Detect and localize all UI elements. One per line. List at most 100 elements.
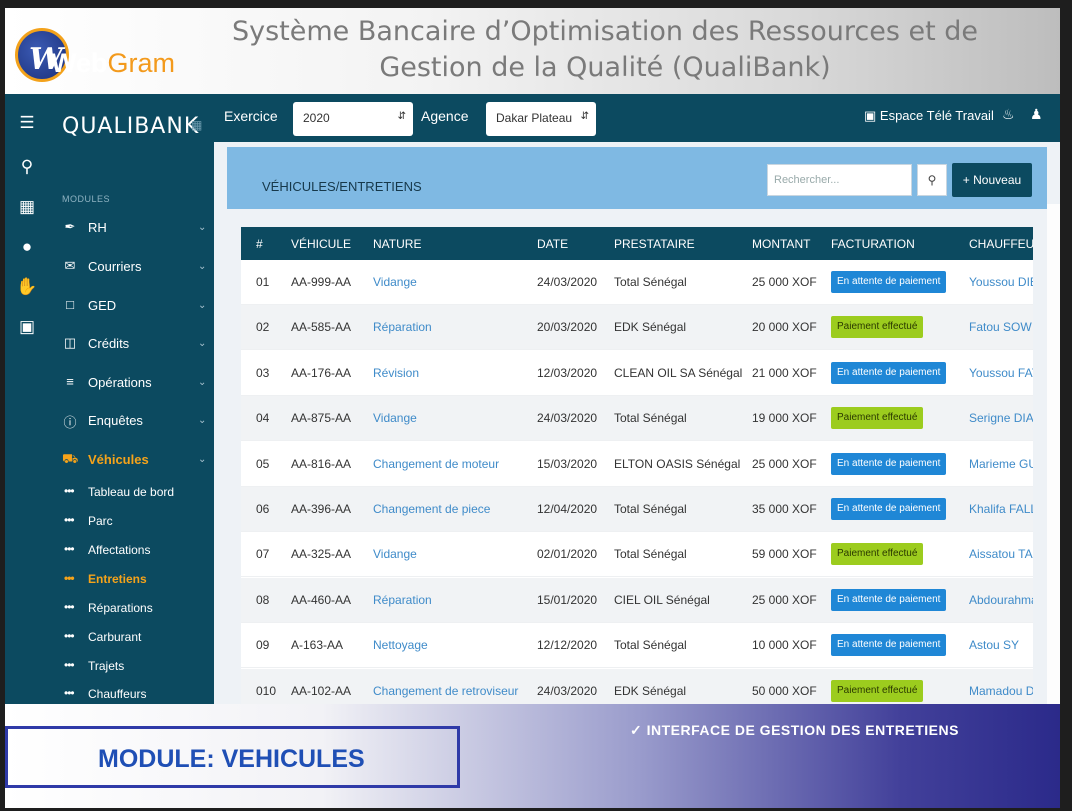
cell-driver[interactable]: Youssou DIE — [969, 275, 1033, 289]
col-vehicle[interactable]: VÉHICULE — [291, 237, 351, 251]
cell-nature[interactable]: Changement de retroviseur — [373, 684, 528, 698]
cell-driver[interactable]: Fatou SOW — [969, 320, 1033, 334]
billing-status-badge: En attente de paiement — [831, 634, 947, 657]
cell-driver[interactable]: Serigne DIAC — [969, 411, 1033, 425]
thumbs-up-icon[interactable]: ✋ — [16, 276, 38, 298]
footer-banner: MODULE: VEHICULES ✓ INTERFACE DE GESTION… — [5, 704, 1060, 808]
exercice-select[interactable]: 2020 ⇵ — [293, 102, 413, 136]
wrench-icon: ✒ — [64, 219, 76, 234]
col-amount[interactable]: MONTANT — [752, 237, 810, 251]
billing-status-badge: En attente de paiement — [831, 452, 947, 475]
cell-driver[interactable]: Marieme GU — [969, 457, 1033, 471]
cell-nature[interactable]: Réparation — [373, 593, 528, 607]
dots-icon: ••• — [64, 629, 75, 643]
cell-provider: Total Sénégal — [614, 275, 687, 289]
sidebar-item-vehicules[interactable]: ⛟ Véhicules ⌄ — [48, 448, 214, 472]
cell-num: 08 — [256, 592, 270, 607]
new-button[interactable]: + Nouveau — [952, 163, 1032, 197]
title-line-2: Gestion de la Qualité (QualiBank) — [379, 52, 831, 83]
subitem-affectations[interactable]: ••• Affectations — [48, 540, 214, 560]
subitem-chauffeurs[interactable]: ••• Chauffeurs — [48, 684, 214, 704]
menu-icon[interactable]: ☰ — [16, 112, 38, 134]
table-row[interactable]: 07 AA-325-AA Vidange 02/01/2020 Total Sénéga… — [241, 532, 1033, 578]
telework-link[interactable]: ▣ Espace Télé Travail — [864, 108, 994, 124]
sidebar-item-rh[interactable]: ✒ RH ⌄ — [48, 216, 214, 240]
cell-date: 24/03/2020 — [537, 275, 598, 289]
cell-driver[interactable]: Khalifa FALL — [969, 502, 1033, 516]
cell-driver[interactable]: Aissatou TAL — [969, 547, 1033, 561]
table-row[interactable]: 05 AA-816-AA Changement de moteur 15/03/202… — [241, 442, 1033, 487]
sidebar-item-operations[interactable]: ≡ Opérations ⌄ — [48, 371, 214, 395]
briefcase-icon[interactable]: ▣ — [16, 316, 38, 338]
header-banner: W WebGram Système Bancaire d’Optimisatio… — [5, 8, 1060, 94]
calendar-icon[interactable]: ▦ — [16, 196, 38, 218]
panel-header: VÉHICULES/ENTRETIENS Rechercher... ⚲ + N… — [227, 147, 1047, 209]
cell-date: 02/01/2020 — [537, 547, 598, 562]
cell-nature[interactable]: Changement de moteur — [373, 457, 528, 471]
table-row[interactable]: 010 AA-102-AA Changement de retroviseur 24/… — [241, 668, 1033, 704]
col-driver[interactable]: CHAUFFEUR — [969, 237, 1033, 251]
cell-nature[interactable]: Vidange — [373, 547, 528, 561]
cell-driver[interactable]: Mamadou D — [969, 684, 1033, 698]
table-row[interactable]: 06 AA-396-AA Changement de piece 12/04/2020… — [241, 487, 1033, 532]
col-date[interactable]: DATE — [537, 237, 568, 251]
subitem-tableau-de-bord[interactable]: ••• Tableau de bord — [48, 482, 214, 502]
table-row[interactable]: 03 AA-176-AA Révision 12/03/2020 CLEAN OIL S… — [241, 351, 1033, 396]
cell-num: 09 — [256, 638, 270, 653]
cell-amount: 35 000 XOF — [752, 502, 817, 516]
search-icon[interactable]: ⚲ — [16, 156, 38, 178]
cell-num: 06 — [256, 502, 270, 516]
cell-date: 24/03/2020 — [537, 683, 598, 698]
col-num[interactable]: # — [256, 237, 263, 251]
cell-num: 03 — [256, 365, 270, 380]
users-icon[interactable]: ● — [16, 236, 38, 258]
sidebar-item-credits[interactable]: ◫ Crédits ⌄ — [48, 332, 214, 356]
dots-icon: ••• — [64, 513, 75, 527]
exercice-label: Exercice — [224, 108, 278, 124]
cell-nature[interactable]: Vidange — [373, 411, 528, 425]
subitem-label: Parc — [88, 514, 113, 528]
agence-select[interactable]: Dakar Plateau ⇵ — [486, 102, 596, 136]
cell-nature[interactable]: Révision — [373, 366, 528, 380]
subitem-reparations[interactable]: ••• Réparations — [48, 598, 214, 618]
subitem-carburant[interactable]: ••• Carburant — [48, 627, 214, 647]
col-billing[interactable]: FACTURATION — [831, 237, 915, 251]
cell-driver[interactable]: Youssou FAY — [969, 366, 1033, 380]
chevron-down-icon: ⌄ — [198, 377, 207, 388]
billing-status-badge: Paiement effectué — [831, 543, 924, 566]
select-arrow-icon: ⇵ — [397, 111, 406, 122]
grid-icon[interactable]: ▦ — [191, 118, 205, 132]
sidebar-item-ged[interactable]: □ GED ⌄ — [48, 294, 214, 318]
cell-driver[interactable]: Abdourahma — [969, 593, 1033, 607]
sidebar-item-courriers[interactable]: ✉ Courriers ⌄ — [48, 255, 214, 279]
subitem-entretiens[interactable]: ••• Entretiens — [48, 569, 214, 589]
col-nature[interactable]: NATURE — [373, 237, 421, 251]
table-row[interactable]: 09 A-163-AA Nettoyage 12/12/2020 Total Sénég… — [241, 623, 1033, 669]
cell-nature[interactable]: Changement de piece — [373, 502, 528, 516]
scroll-edge — [1047, 204, 1060, 704]
sidebar-item-enquetes[interactable]: ⓘ Enquêtes ⌄ — [48, 409, 214, 433]
subitem-parc[interactable]: ••• Parc — [48, 511, 214, 531]
chevron-down-icon: ⌄ — [198, 454, 207, 465]
user-icon[interactable]: ♟ — [1030, 106, 1043, 123]
table-row[interactable]: 08 AA-460-AA Réparation 15/01/2020 CIEL OIL … — [241, 577, 1033, 623]
table-row[interactable]: 04 AA-875-AA Vidange 24/03/2020 Total Sénéga… — [241, 396, 1033, 442]
cell-vehicle: A-163-AA — [291, 638, 344, 653]
subitem-trajets[interactable]: ••• Trajets — [48, 656, 214, 676]
cell-nature[interactable]: Nettoyage — [373, 638, 528, 652]
cell-driver[interactable]: Astou SY — [969, 638, 1033, 652]
bell-icon[interactable]: ♨ — [1002, 106, 1015, 123]
agence-value: Dakar Plateau — [496, 111, 573, 125]
section-title: VÉHICULES/ENTRETIENS — [262, 179, 422, 194]
search-input[interactable]: Rechercher... — [767, 164, 912, 196]
cell-vehicle: AA-102-AA — [291, 683, 352, 698]
table-row[interactable]: 01 AA-999-AA Vidange 24/03/2020 Total Sénéga… — [241, 260, 1033, 305]
cell-amount: 19 000 XOF — [752, 411, 817, 426]
cell-nature[interactable]: Vidange — [373, 275, 528, 289]
billing-status-badge: En attente de paiement — [831, 588, 947, 611]
col-provider[interactable]: PRESTATAIRE — [614, 237, 695, 251]
table-row[interactable]: 02 AA-585-AA Réparation 20/03/2020 EDK Sénég… — [241, 305, 1033, 351]
search-button[interactable]: ⚲ — [917, 164, 947, 196]
chevron-down-icon: ⌄ — [198, 338, 207, 349]
cell-nature[interactable]: Réparation — [373, 320, 528, 334]
